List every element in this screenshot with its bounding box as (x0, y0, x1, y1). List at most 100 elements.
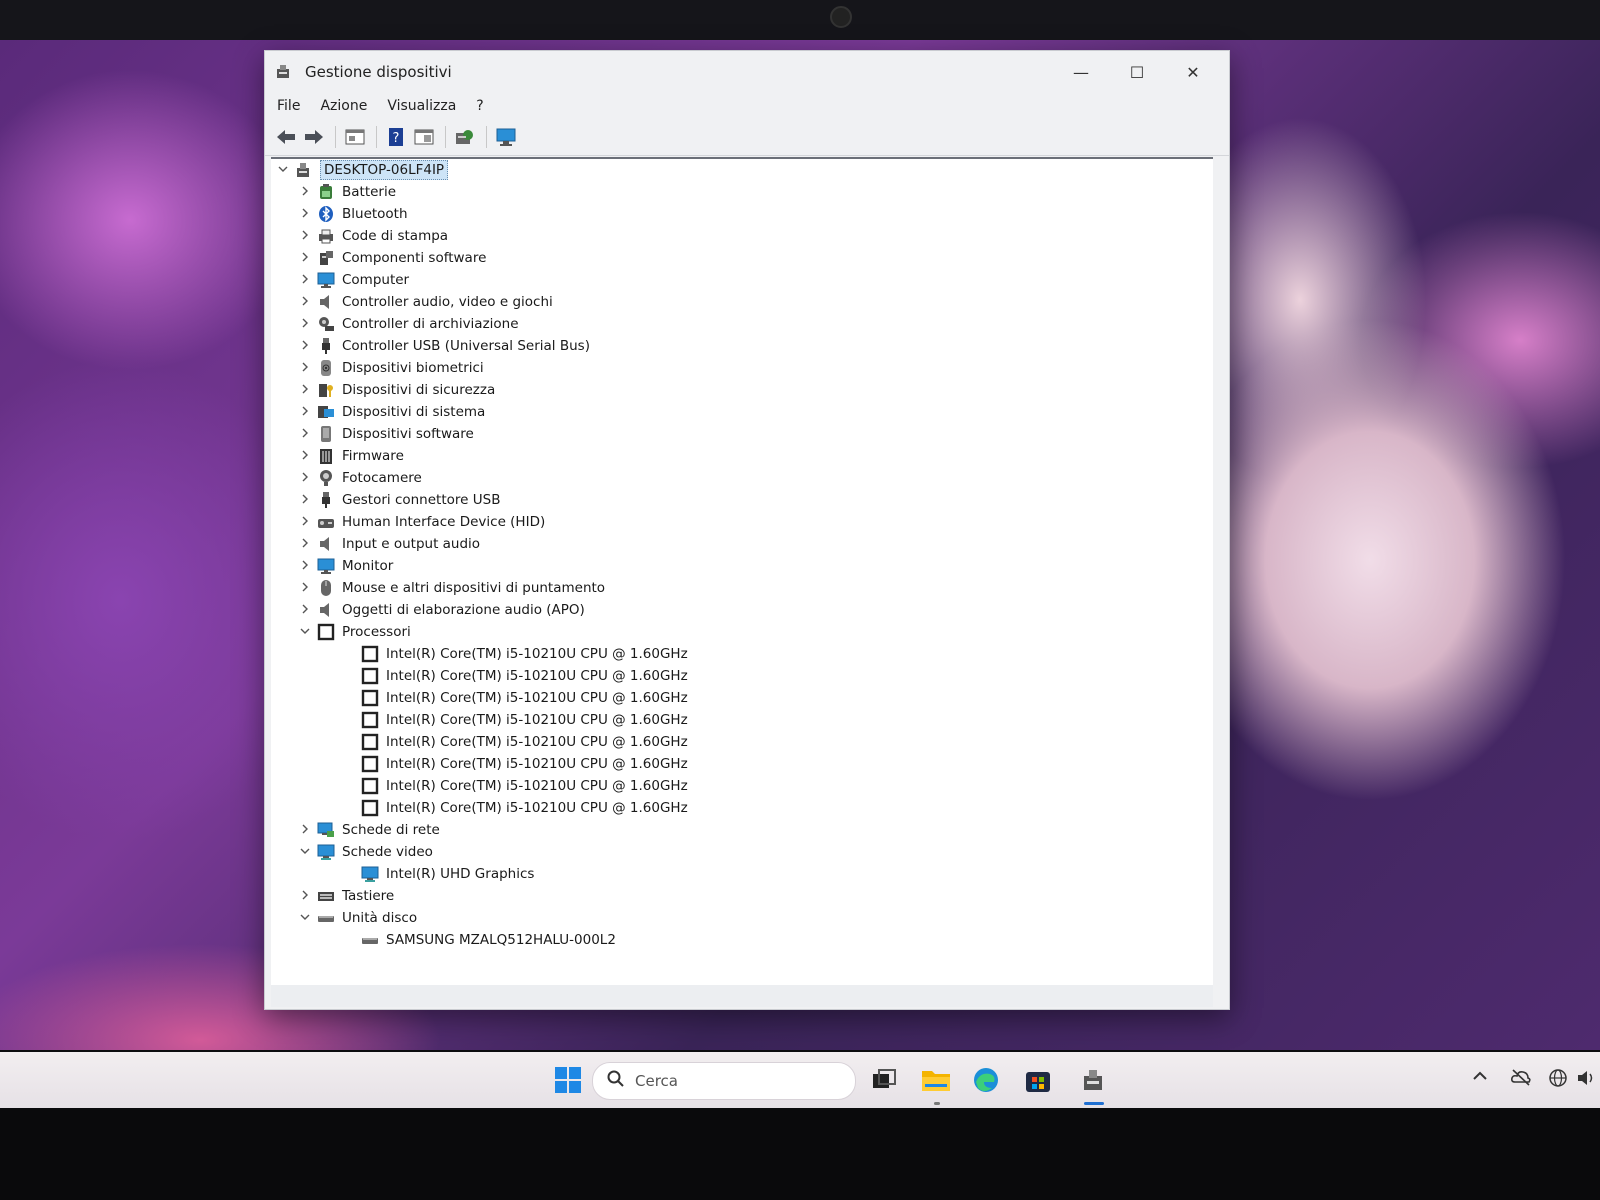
chevron-right-icon[interactable] (297, 582, 313, 595)
edge-icon[interactable] (966, 1060, 1006, 1100)
chevron-right-icon[interactable] (297, 560, 313, 573)
help-icon[interactable]: ? (383, 124, 409, 150)
tree-category[interactable]: Schede video (271, 841, 1213, 863)
tree-category[interactable]: Firmware (271, 445, 1213, 467)
tree-category[interactable]: Controller USB (Universal Serial Bus) (271, 335, 1213, 357)
tree-device[interactable]: Intel(R) Core(TM) i5-10210U CPU @ 1.60GH… (271, 709, 1213, 731)
chevron-right-icon[interactable] (297, 274, 313, 287)
forward-arrow-icon[interactable] (301, 124, 327, 150)
tree-category[interactable]: Monitor (271, 555, 1213, 577)
properties-icon[interactable] (342, 124, 368, 150)
chevron-right-icon[interactable] (297, 450, 313, 463)
chevron-down-icon[interactable] (275, 164, 291, 177)
menu-file[interactable]: File (277, 98, 300, 114)
chevron-right-icon[interactable] (297, 340, 313, 353)
tree-category[interactable]: Mouse e altri dispositivi di puntamento (271, 577, 1213, 599)
cloud-off-icon[interactable] (1510, 1068, 1532, 1090)
usb-icon (317, 491, 335, 509)
mouse-icon (317, 579, 335, 597)
tree-device[interactable]: Intel(R) UHD Graphics (271, 863, 1213, 885)
chevron-down-icon[interactable] (297, 912, 313, 925)
tree-category[interactable]: Componenti software (271, 247, 1213, 269)
menu-help[interactable]: ? (476, 98, 483, 114)
chevron-right-icon[interactable] (297, 296, 313, 309)
chevron-right-icon[interactable] (297, 824, 313, 837)
scan-hardware-icon[interactable] (493, 124, 519, 150)
minimize-button[interactable]: — (1053, 51, 1109, 93)
close-button[interactable]: ✕ (1165, 51, 1221, 93)
tree-device[interactable]: SAMSUNG MZALQ512HALU-000L2 (271, 929, 1213, 951)
tree-category[interactable]: Dispositivi di sistema (271, 401, 1213, 423)
file-explorer-icon[interactable] (916, 1060, 956, 1100)
tree-device[interactable]: Intel(R) Core(TM) i5-10210U CPU @ 1.60GH… (271, 687, 1213, 709)
tree-category[interactable]: Schede di rete (271, 819, 1213, 841)
device-manager-taskbar-icon[interactable] (1074, 1060, 1114, 1100)
chevron-right-icon[interactable] (297, 252, 313, 265)
update-driver-icon[interactable] (452, 124, 478, 150)
menu-bar: File Azione Visualizza ? (265, 93, 1229, 119)
chevron-right-icon[interactable] (297, 208, 313, 221)
toolbar-separator (445, 126, 446, 148)
tree-category[interactable]: Gestori connettore USB (271, 489, 1213, 511)
menu-visualizza[interactable]: Visualizza (387, 98, 456, 114)
tree-device[interactable]: Intel(R) Core(TM) i5-10210U CPU @ 1.60GH… (271, 775, 1213, 797)
tree-category[interactable]: Dispositivi software (271, 423, 1213, 445)
chevron-up-icon[interactable] (1472, 1068, 1488, 1088)
tree-device[interactable]: Intel(R) Core(TM) i5-10210U CPU @ 1.60GH… (271, 797, 1213, 819)
tree-category[interactable]: Tastiere (271, 885, 1213, 907)
tree-category[interactable]: Bluetooth (271, 203, 1213, 225)
tree-item-label: Batterie (342, 184, 397, 200)
tree-device[interactable]: Intel(R) Core(TM) i5-10210U CPU @ 1.60GH… (271, 643, 1213, 665)
volume-icon[interactable] (1576, 1068, 1598, 1092)
device-tree[interactable]: DESKTOP-06LF4IP Batterie Bluetooth Code di … (271, 157, 1213, 985)
tree-category[interactable]: Batterie (271, 181, 1213, 203)
chevron-down-icon[interactable] (297, 626, 313, 639)
tree-device[interactable]: Intel(R) Core(TM) i5-10210U CPU @ 1.60GH… (271, 731, 1213, 753)
chevron-right-icon[interactable] (297, 494, 313, 507)
chevron-right-icon[interactable] (297, 538, 313, 551)
menu-azione[interactable]: Azione (320, 98, 367, 114)
tree-category[interactable]: Input e output audio (271, 533, 1213, 555)
tree-category[interactable]: Human Interface Device (HID) (271, 511, 1213, 533)
globe-icon[interactable] (1548, 1068, 1568, 1092)
tree-category[interactable]: Code di stampa (271, 225, 1213, 247)
chevron-down-icon[interactable] (297, 846, 313, 859)
screen-bezel-bottom (0, 1108, 1600, 1200)
display-adapter-icon (361, 865, 379, 883)
tree-category[interactable]: Processori (271, 621, 1213, 643)
speaker-icon (317, 293, 335, 311)
chevron-right-icon[interactable] (297, 230, 313, 243)
tree-category[interactable]: Computer (271, 269, 1213, 291)
chevron-right-icon[interactable] (297, 428, 313, 441)
tree-category[interactable]: Controller di archiviazione (271, 313, 1213, 335)
chevron-right-icon[interactable] (297, 186, 313, 199)
tree-category[interactable]: Unità disco (271, 907, 1213, 929)
view-icon[interactable] (411, 124, 437, 150)
chevron-right-icon[interactable] (297, 406, 313, 419)
tree-category[interactable]: Fotocamere (271, 467, 1213, 489)
task-view-icon[interactable] (864, 1060, 904, 1100)
bluetooth-icon (317, 205, 335, 223)
tree-category[interactable]: Dispositivi di sicurezza (271, 379, 1213, 401)
tree-device[interactable]: Intel(R) Core(TM) i5-10210U CPU @ 1.60GH… (271, 665, 1213, 687)
tree-category[interactable]: Dispositivi biometrici (271, 357, 1213, 379)
tree-root-computer[interactable]: DESKTOP-06LF4IP (271, 159, 1213, 181)
chevron-right-icon[interactable] (297, 362, 313, 375)
chevron-right-icon[interactable] (297, 318, 313, 331)
tree-category[interactable]: Controller audio, video e giochi (271, 291, 1213, 313)
tree-item-label: Mouse e altri dispositivi di puntamento (342, 580, 606, 596)
tree-device[interactable]: Intel(R) Core(TM) i5-10210U CPU @ 1.60GH… (271, 753, 1213, 775)
title-bar[interactable]: Gestione dispositivi — ☐ ✕ (265, 51, 1229, 93)
maximize-button[interactable]: ☐ (1109, 51, 1165, 93)
chevron-right-icon[interactable] (297, 890, 313, 903)
chevron-right-icon[interactable] (297, 472, 313, 485)
chevron-right-icon[interactable] (297, 384, 313, 397)
search-box[interactable]: Cerca (592, 1062, 856, 1100)
software-device-icon (317, 425, 335, 443)
chevron-right-icon[interactable] (297, 516, 313, 529)
start-icon[interactable] (548, 1060, 588, 1100)
tree-category[interactable]: Oggetti di elaborazione audio (APO) (271, 599, 1213, 621)
back-arrow-icon[interactable] (273, 124, 299, 150)
chevron-right-icon[interactable] (297, 604, 313, 617)
store-icon[interactable] (1018, 1060, 1058, 1100)
